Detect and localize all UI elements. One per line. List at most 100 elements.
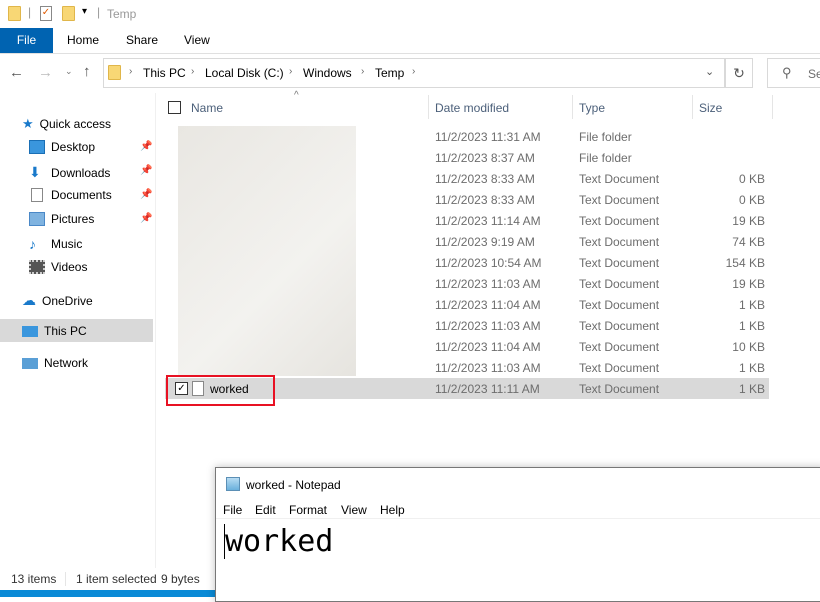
sidebar-item-downloads[interactable]: ⬇ Downloads xyxy=(29,164,110,181)
tab-home[interactable]: Home xyxy=(67,28,99,53)
notepad-menu-view[interactable]: View xyxy=(341,503,367,517)
breadcrumb-windows[interactable]: Windows xyxy=(303,66,352,80)
sidebar-item-network[interactable]: Network xyxy=(22,356,88,370)
column-size[interactable]: Size xyxy=(699,101,722,115)
status-item-count: 13 items xyxy=(11,572,57,586)
file-date: 11/2/2023 11:14 AM xyxy=(435,214,541,228)
up-icon[interactable]: ↑ xyxy=(83,63,91,80)
file-type: Text Document xyxy=(579,277,660,291)
pin-icon[interactable]: 📌 xyxy=(140,213,152,224)
address-dropdown-icon[interactable]: ⌄ xyxy=(705,65,714,78)
select-all-checkbox[interactable] xyxy=(168,101,181,114)
notepad-menu-format[interactable]: Format xyxy=(289,503,327,517)
column-name[interactable]: Name xyxy=(191,101,223,115)
sidebar-item-pictures[interactable]: Pictures xyxy=(29,212,94,226)
sidebar-item-onedrive[interactable]: ☁ OneDrive xyxy=(22,292,93,309)
forward-icon[interactable]: → xyxy=(38,64,53,81)
column-date[interactable]: Date modified xyxy=(435,101,509,115)
file-date: 11/2/2023 8:37 AM xyxy=(435,151,535,165)
file-size: 1 KB xyxy=(738,298,765,312)
search-input[interactable]: ⚲ Se xyxy=(767,58,820,88)
breadcrumb-temp[interactable]: Temp xyxy=(375,66,404,80)
file-date: 11/2/2023 9:19 AM xyxy=(435,235,535,249)
file-date: 11/2/2023 8:33 AM xyxy=(435,193,535,207)
tab-file[interactable]: File xyxy=(0,28,53,53)
recent-dropdown-icon[interactable]: ⌄ xyxy=(65,66,73,77)
column-divider xyxy=(572,95,573,119)
refresh-icon[interactable]: ↻ xyxy=(725,58,753,88)
videos-icon xyxy=(29,260,45,274)
sort-ascending-icon: ^ xyxy=(294,90,299,101)
file-date: 11/2/2023 11:03 AM xyxy=(435,319,541,333)
divider: | xyxy=(97,5,101,19)
blurred-filenames xyxy=(178,126,356,376)
column-type[interactable]: Type xyxy=(579,101,605,115)
file-type: Text Document xyxy=(579,193,660,207)
status-bytes: 9 bytes xyxy=(161,572,200,586)
breadcrumb-this-pc[interactable]: This PC xyxy=(143,66,186,80)
pin-icon[interactable]: 📌 xyxy=(140,165,152,176)
search-icon: ⚲ xyxy=(782,65,792,80)
sidebar-item-this-pc[interactable]: This PC xyxy=(22,324,87,338)
status-selected: 1 item selected xyxy=(76,572,157,586)
pane-divider xyxy=(155,93,156,568)
sidebar-item-documents[interactable]: Documents xyxy=(29,188,112,202)
notepad-window[interactable]: worked - Notepad File Edit Format View H… xyxy=(215,467,820,602)
file-size: 1 KB xyxy=(738,361,765,375)
file-size: 19 KB xyxy=(732,277,765,291)
file-type: File folder xyxy=(579,151,632,165)
file-size: 10 KB xyxy=(732,340,765,354)
tab-share[interactable]: Share xyxy=(126,28,158,53)
divider: | xyxy=(28,5,32,19)
pictures-icon xyxy=(29,212,45,226)
back-icon[interactable]: ← xyxy=(9,64,24,81)
network-icon xyxy=(22,357,38,369)
file-type: Text Document xyxy=(579,235,660,249)
computer-icon xyxy=(22,325,38,337)
file-type: File folder xyxy=(579,130,632,144)
new-folder-icon[interactable] xyxy=(62,6,75,24)
pin-icon[interactable]: 📌 xyxy=(140,189,152,200)
file-date: 11/2/2023 8:33 AM xyxy=(435,172,535,186)
file-size: 74 KB xyxy=(732,235,765,249)
pin-icon[interactable]: 📌 xyxy=(140,141,152,152)
column-divider xyxy=(692,95,693,119)
file-type: Text Document xyxy=(579,340,660,354)
file-size: 154 KB xyxy=(725,256,765,270)
file-date: 11/2/2023 11:31 AM xyxy=(435,130,541,144)
sidebar-item-desktop[interactable]: Desktop xyxy=(29,140,95,154)
window-title: Temp xyxy=(107,7,137,21)
notepad-menu-help[interactable]: Help xyxy=(380,503,405,517)
ribbon-divider xyxy=(0,53,820,54)
properties-icon[interactable]: ✓ xyxy=(40,6,52,21)
desktop-icon xyxy=(29,140,45,154)
sidebar-item-quick-access[interactable]: ★ Quick access xyxy=(22,116,111,132)
file-size: 0 KB xyxy=(738,193,765,207)
notepad-menu-file[interactable]: File xyxy=(223,503,242,517)
file-size: 1 KB xyxy=(738,319,765,333)
menu-divider xyxy=(216,518,820,519)
file-date: 11/2/2023 11:11 AM xyxy=(435,382,540,396)
file-type: Text Document xyxy=(579,361,660,375)
customize-toolbar-icon[interactable]: ▾ xyxy=(82,6,87,17)
notepad-text-area[interactable]: worked xyxy=(224,524,820,594)
file-type: Text Document xyxy=(579,319,660,333)
file-size: 0 KB xyxy=(738,172,765,186)
download-icon: ⬇ xyxy=(29,164,41,180)
file-type: Text Document xyxy=(579,382,660,396)
sidebar-item-videos[interactable]: Videos xyxy=(29,260,87,274)
file-size: 1 KB xyxy=(738,382,765,396)
column-divider xyxy=(428,95,429,119)
file-date: 11/2/2023 11:03 AM xyxy=(435,277,541,291)
file-size: 19 KB xyxy=(732,214,765,228)
notepad-icon xyxy=(226,477,240,491)
file-type: Text Document xyxy=(579,256,660,270)
documents-icon xyxy=(31,188,43,202)
sidebar-item-music[interactable]: ♪ Music xyxy=(29,236,82,252)
tab-view[interactable]: View xyxy=(184,28,210,53)
breadcrumb-local-disk[interactable]: Local Disk (C:) xyxy=(205,66,284,80)
file-type: Text Document xyxy=(579,298,660,312)
file-type: Text Document xyxy=(579,172,660,186)
notepad-title: worked - Notepad xyxy=(246,478,341,492)
notepad-menu-edit[interactable]: Edit xyxy=(255,503,276,517)
